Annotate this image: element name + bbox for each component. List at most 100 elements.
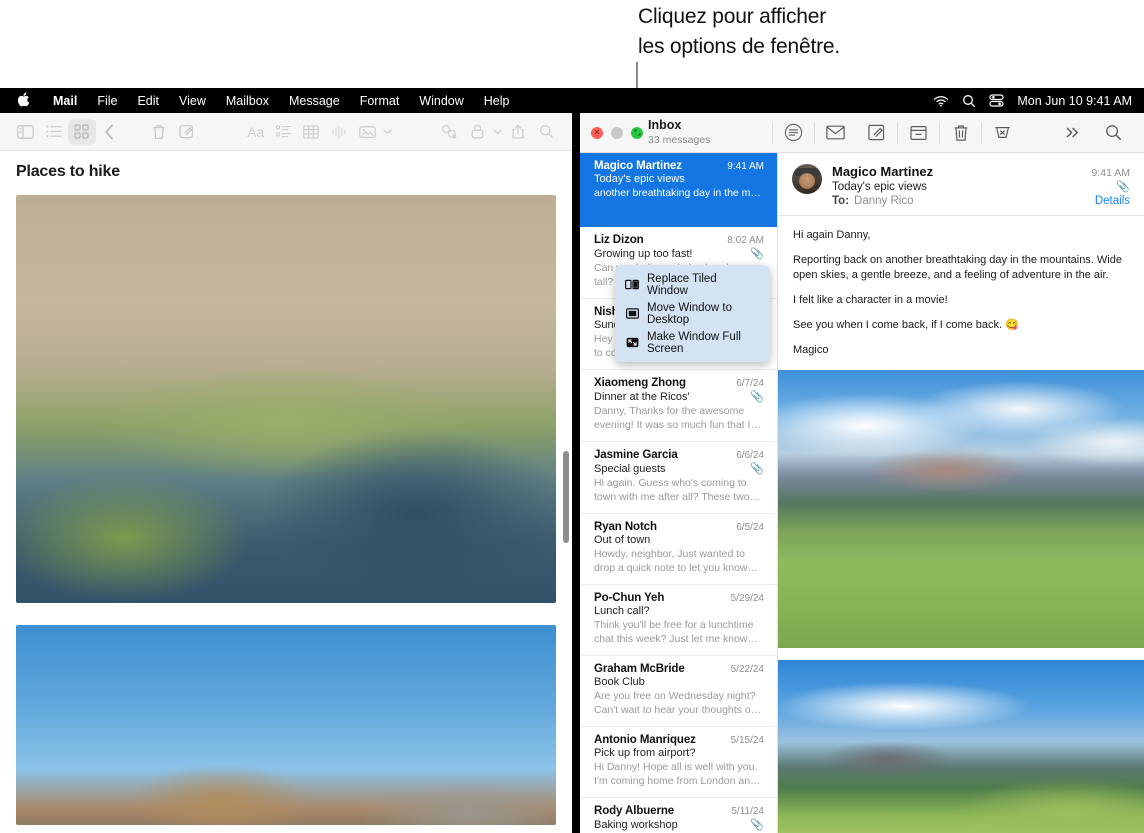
message-list-item[interactable]: Rody Albuerne 5/11/24 Baking workshop 📎 …: [580, 798, 777, 833]
dolomites-ridge-trail-photo[interactable]: [778, 660, 1144, 833]
message-list-item[interactable]: Ryan Notch 6/5/24 Out of town Howdy, nei…: [580, 514, 777, 585]
window-options-popover[interactable]: Replace Tiled Window Move Window to Desk…: [615, 265, 770, 362]
menu-item-replace-tiled-window[interactable]: Replace Tiled Window: [615, 270, 770, 299]
message-list-item-selected[interactable]: Magico Martinez 9:41 AM Today's epic vie…: [580, 153, 777, 227]
window-traffic-lights: ×: [580, 127, 646, 139]
delete-icon[interactable]: [145, 119, 173, 145]
menu-item-move-window-to-desktop[interactable]: Move Window to Desktop: [615, 299, 770, 328]
mobius-arch-photo[interactable]: [16, 625, 556, 825]
menu-item-edit[interactable]: Edit: [127, 94, 169, 108]
format-icon[interactable]: Aa: [242, 119, 270, 145]
menu-item-view[interactable]: View: [169, 94, 216, 108]
menu-item-format[interactable]: Format: [350, 94, 410, 108]
message-body-line: See you when I come back, if I come back…: [793, 318, 1129, 333]
message-sender: Liz Dizon: [594, 234, 644, 246]
compose-note-icon[interactable]: [173, 119, 201, 145]
menu-item-label: Replace Tiled Window: [647, 273, 760, 297]
message-date: 5/22/24: [731, 664, 764, 675]
search-icon[interactable]: [1093, 118, 1134, 148]
gallery-view-icon[interactable]: [68, 119, 96, 145]
message-list-item[interactable]: Graham McBride 5/22/24 Book Club Are you…: [580, 656, 777, 727]
message-from: Magico Martinez: [832, 164, 933, 179]
message-sender: Ryan Notch: [594, 521, 657, 533]
sidebar-toggle-icon[interactable]: [12, 119, 40, 145]
delete-icon[interactable]: [940, 118, 981, 148]
message-sender: Jasmine Garcia: [594, 449, 678, 461]
menu-item-window[interactable]: Window: [409, 94, 473, 108]
message-date: 8:02 AM: [727, 235, 764, 246]
hot-creek-river-photo[interactable]: [16, 195, 556, 603]
maximize-icon[interactable]: [631, 127, 643, 139]
search-icon[interactable]: [532, 119, 560, 145]
message-date: 6/6/24: [736, 450, 764, 461]
message-subject: Growing up too fast!: [594, 248, 692, 260]
search-icon[interactable]: [962, 94, 976, 108]
message-subject: Pick up from airport?: [594, 747, 695, 759]
table-icon[interactable]: [297, 119, 325, 145]
menu-item-label: Make Window Full Screen: [647, 331, 760, 355]
back-icon[interactable]: [96, 119, 124, 145]
notes-content: Places to hike: [0, 151, 572, 833]
alpe-di-siusi-meadow-photo[interactable]: [778, 370, 1144, 648]
message-body-line: I felt like a character in a movie!: [793, 293, 1129, 308]
apple-menu-icon[interactable]: [0, 92, 43, 109]
audio-icon[interactable]: [325, 119, 353, 145]
menu-item-message[interactable]: Message: [279, 94, 350, 108]
wifi-icon[interactable]: [933, 95, 949, 107]
message-list-item[interactable]: Antonio Manriquez 5/15/24 Pick up from a…: [580, 727, 777, 798]
minimize-icon[interactable]: [611, 127, 623, 139]
mail-toolbar: × Inbox 33 messages: [580, 113, 1144, 153]
media-dropdown-icon[interactable]: [381, 119, 394, 145]
message-date: 6/5/24: [736, 522, 764, 533]
junk-icon[interactable]: [982, 118, 1023, 148]
notes-scrollbar[interactable]: [563, 451, 569, 543]
menu-item-help[interactable]: Help: [474, 94, 520, 108]
attachment-icon: 📎: [750, 462, 764, 475]
attachment-icon: 📎: [750, 247, 764, 260]
message-body-line: Magico: [793, 343, 1129, 358]
message-subject: Today's epic views: [594, 173, 685, 185]
media-icon[interactable]: [353, 119, 381, 145]
attachment-icon: 📎: [1116, 180, 1130, 193]
checklist-icon[interactable]: [270, 119, 298, 145]
message-subject: Special guests: [594, 463, 666, 475]
get-mail-icon[interactable]: [815, 118, 856, 148]
menu-item-mail[interactable]: Mail: [43, 94, 87, 108]
message-time: 9:41 AM: [1091, 167, 1130, 179]
compose-icon[interactable]: [856, 118, 897, 148]
menu-item-file[interactable]: File: [87, 94, 127, 108]
screenshot-root: Cliquez pour afficher les options de fen…: [0, 0, 1144, 833]
message-view: Magico Martinez 9:41 AM Today's epic vie…: [778, 153, 1144, 833]
close-icon[interactable]: ×: [591, 127, 603, 139]
lock-icon[interactable]: [463, 119, 491, 145]
message-sender: Magico Martinez: [594, 160, 682, 172]
details-link[interactable]: Details: [1095, 195, 1130, 207]
collaborate-icon[interactable]: [435, 119, 463, 145]
menu-item-mailbox[interactable]: Mailbox: [216, 94, 279, 108]
mailbox-name: Inbox: [648, 118, 772, 133]
message-list[interactable]: Magico Martinez 9:41 AM Today's epic vie…: [580, 153, 778, 833]
control-center-icon[interactable]: [989, 94, 1004, 107]
filter-icon[interactable]: [773, 118, 814, 148]
message-sender: Rody Albuerne: [594, 805, 674, 817]
move-window-to-desktop-icon: [625, 307, 639, 321]
make-window-full-screen-icon: [625, 336, 639, 350]
attachment-icon: 📎: [750, 818, 764, 831]
message-sender: Graham McBride: [594, 663, 685, 675]
message-list-item[interactable]: Xiaomeng Zhong 6/7/24 Dinner at the Rico…: [580, 370, 777, 442]
message-date: 5/15/24: [731, 735, 764, 746]
message-list-item[interactable]: Jasmine Garcia 6/6/24 Special guests 📎 H…: [580, 442, 777, 514]
archive-icon[interactable]: [898, 118, 939, 148]
share-icon[interactable]: [504, 119, 532, 145]
menu-item-label: Move Window to Desktop: [647, 302, 760, 326]
message-list-item[interactable]: Po-Chun Yeh 5/29/24 Lunch call? Think yo…: [580, 585, 777, 656]
list-view-icon[interactable]: [40, 119, 68, 145]
message-date: 6/7/24: [736, 378, 764, 389]
mailbox-title-block: Inbox 33 messages: [646, 118, 772, 147]
menu-bar-clock[interactable]: Mon Jun 10 9:41 AM: [1017, 94, 1132, 108]
more-icon[interactable]: [1052, 118, 1093, 148]
mail-window: × Inbox 33 messages: [580, 113, 1144, 833]
notes-toolbar: Aa: [0, 113, 572, 151]
menu-item-make-window-full-screen[interactable]: Make Window Full Screen: [615, 328, 770, 357]
lock-dropdown-icon[interactable]: [491, 119, 504, 145]
